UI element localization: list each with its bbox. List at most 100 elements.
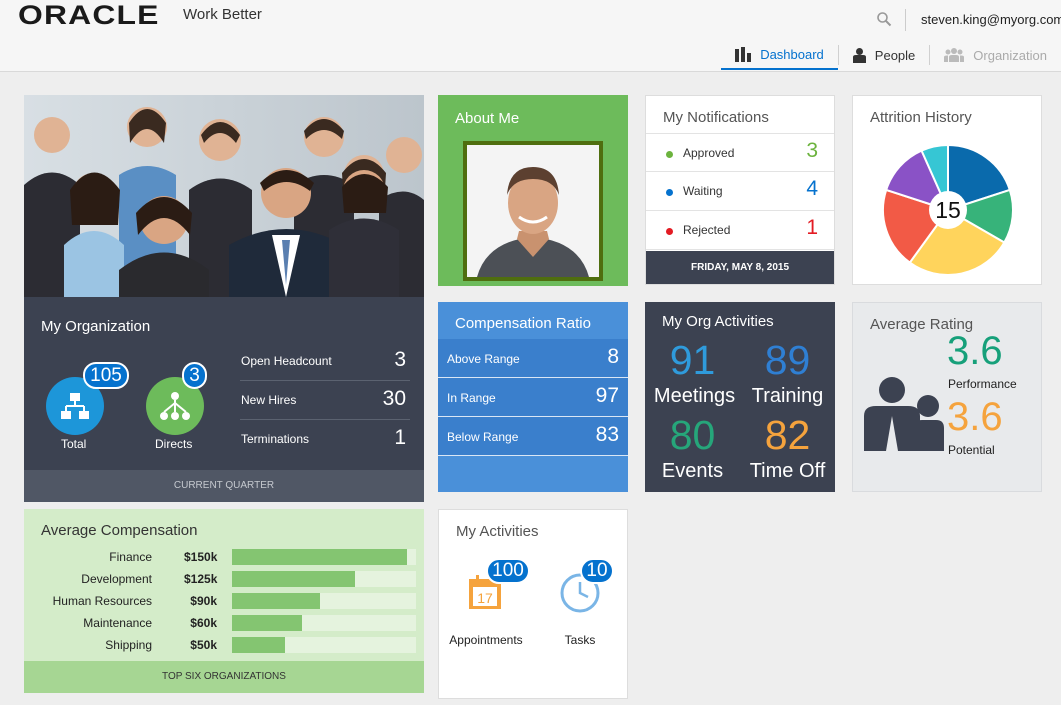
notification-label: Waiting [683, 184, 723, 198]
appointments-label[interactable]: Appointments [442, 633, 530, 647]
pie-center-value: 15 [935, 197, 961, 223]
bar-track [232, 593, 416, 609]
bar-track [232, 571, 416, 587]
notification-label: Approved [683, 146, 735, 160]
ratio-value: 8 [607, 345, 619, 368]
org-chart-icon [61, 393, 89, 419]
card-footer: CURRENT QUARTER [24, 470, 424, 502]
ratio-in-range[interactable]: In Range 97 [438, 378, 628, 417]
notification-waiting[interactable]: Waiting 4 [646, 172, 834, 211]
card-title: My Activities [456, 523, 539, 540]
notification-rejected[interactable]: Rejected 1 [646, 211, 834, 250]
bar-fill [232, 549, 407, 565]
about-me-card[interactable]: About Me [438, 95, 628, 286]
tasks-label[interactable]: Tasks [550, 633, 610, 647]
bar-chart-icon [735, 46, 752, 62]
ratio-above-range[interactable]: Above Range 8 [438, 339, 628, 378]
person-icon [852, 47, 866, 63]
total-count-badge: 105 [83, 362, 129, 389]
ratio-value: 97 [595, 384, 619, 407]
ratio-below-range[interactable]: Below Range 83 [438, 417, 628, 456]
ratio-value: 83 [595, 423, 619, 446]
compensation-row[interactable]: Shipping $50k [24, 635, 424, 657]
average-compensation-card[interactable]: Average Compensation Finance $150k Develop… [24, 509, 424, 693]
organization-name: Shipping [105, 638, 152, 652]
total-label: Total [61, 437, 87, 451]
potential-rating: 3.6 [947, 395, 1003, 439]
bar-fill [232, 637, 286, 653]
org-activities-card[interactable]: My Org Activities 91 Meetings 89 Trainin… [645, 302, 835, 492]
average-salary: $50k [190, 638, 217, 652]
appointments-count-badge: 100 [486, 558, 530, 584]
stat-value: 30 [382, 387, 406, 410]
compensation-row[interactable]: Finance $150k [24, 547, 424, 569]
average-salary: $150k [184, 550, 218, 564]
stat-value: 1 [394, 426, 406, 449]
stat-label: Open Headcount [241, 354, 332, 368]
hierarchy-icon [160, 392, 190, 420]
card-footer: TOP SIX ORGANIZATIONS [24, 661, 424, 693]
meetings-label: Meetings [653, 385, 736, 407]
attrition-history-card[interactable]: Attrition History 15 [852, 95, 1042, 285]
bar-fill [232, 571, 356, 587]
meetings-count: 91 [669, 337, 716, 383]
status-dot [666, 189, 673, 196]
notifications-card[interactable]: My Notifications Approved 3 Waiting 4 Re… [645, 95, 835, 285]
tab-people[interactable]: People [839, 40, 929, 70]
profile-photo-illustration [467, 145, 599, 277]
bar-track [232, 549, 416, 565]
organization-name: Maintenance [83, 616, 152, 630]
training-count: 89 [764, 337, 811, 383]
tab-label: Organization [973, 47, 1047, 63]
time-off-label: Time Off [749, 460, 826, 482]
notification-approved[interactable]: Approved 3 [646, 133, 834, 172]
top-header: ORACLE Work Better steven.king@myorg.com… [0, 0, 1061, 72]
card-title: My Notifications [663, 109, 769, 126]
main-nav: Dashboard People Organization [721, 40, 1061, 72]
my-activities-card[interactable]: My Activities 17 100 Appointments 10 Tas… [438, 509, 628, 699]
tab-dashboard[interactable]: Dashboard [721, 40, 838, 70]
notification-count: 3 [806, 139, 818, 162]
stat-value: 3 [394, 348, 406, 371]
card-title: Compensation Ratio [455, 315, 591, 332]
card-title: My Organization [41, 318, 151, 335]
stat-label: Terminations [241, 432, 310, 446]
tab-label: People [874, 47, 916, 63]
compensation-row[interactable]: Maintenance $60k [24, 613, 424, 635]
stat-terminations[interactable]: Terminations 1 [240, 420, 410, 459]
stat-new-hires[interactable]: New Hires 30 [240, 381, 410, 420]
bar-fill [232, 593, 321, 609]
card-title: Attrition History [870, 109, 972, 126]
average-rating-card[interactable]: Average Rating 3.6 Performance 3.6 Poten… [852, 302, 1042, 492]
notification-count: 4 [806, 177, 818, 200]
organization-name: Human Resources [52, 594, 152, 608]
compensation-row[interactable]: Development $125k [24, 569, 424, 591]
compensation-row[interactable]: Human Resources $90k [24, 591, 424, 613]
compensation-ratio-card[interactable]: Compensation Ratio Above Range 8 In Rang… [438, 302, 628, 492]
ratio-label: Above Range [447, 352, 520, 366]
stat-open-headcount[interactable]: Open Headcount 3 [240, 342, 410, 381]
average-salary: $60k [190, 616, 217, 630]
oracle-logo[interactable]: ORACLE [18, 0, 160, 31]
my-organization-card[interactable]: My Organization 105 Total 3 Directs Open… [24, 297, 424, 502]
attrition-pie-chart[interactable]: 15 [853, 136, 1041, 286]
directs-count-badge: 3 [182, 362, 207, 389]
user-menu[interactable]: steven.king@myorg.com [921, 12, 1061, 27]
profile-photo [463, 141, 603, 281]
card-title: Average Compensation [41, 522, 198, 539]
card-title: About Me [455, 110, 520, 127]
bar-track [232, 637, 416, 653]
tagline: Work Better [183, 6, 262, 23]
status-dot [666, 228, 673, 235]
events-count: 80 [669, 412, 716, 458]
ratio-label: Below Range [447, 430, 519, 444]
divider [905, 9, 906, 31]
bar-fill [232, 615, 302, 631]
status-dot [666, 151, 673, 158]
group-icon [944, 48, 965, 62]
tab-organization[interactable]: Organization [930, 40, 1061, 70]
directs-label: Directs [155, 437, 193, 451]
calendar-day: 17 [477, 590, 493, 606]
search-icon[interactable] [876, 11, 892, 27]
performance-rating: 3.6 [947, 329, 1003, 373]
